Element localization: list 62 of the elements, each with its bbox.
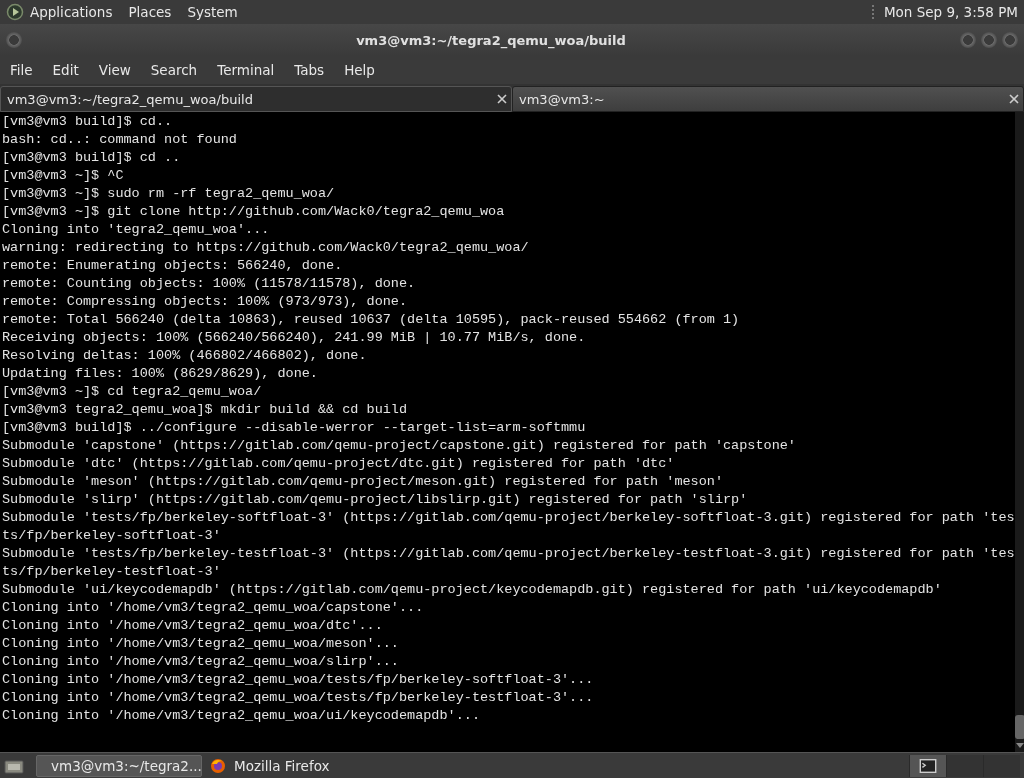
terminal-line: ts/fp/berkeley-testfloat-3' — [2, 563, 222, 581]
terminal-line: Cloning into '/home/vm3/tegra2_qemu_woa/dtc'... — [2, 617, 384, 635]
menu-item[interactable]: File — [2, 62, 41, 78]
terminal-line: [vm3@vm3 build]$ ../configure --disable-werror --target-list=arm-softmmu — [2, 419, 587, 437]
browser-icon[interactable] — [210, 757, 226, 774]
terminal-line: Submodule 'tests/fp/berkeley-softfloat-3' (https://gitlab.com/qemu-project/berkeley-softfloat-3.git) registered for path 'tes — [2, 509, 1015, 527]
menu-item[interactable]: Terminal — [209, 62, 283, 78]
terminal-line: Receiving objects: 100% (566240/566240), 241.99 MiB | 10.77 MiB/s, done. — [2, 329, 587, 347]
panel-menu[interactable]: System — [187, 4, 238, 20]
menu-item[interactable]: Tabs — [286, 62, 333, 78]
terminal-line: [vm3@vm3 ~]$ git clone http://github.com/Wack0/tegra2_qemu_woa — [2, 203, 506, 221]
workspace-switcher[interactable] — [909, 754, 946, 777]
tab-label[interactable]: vm3@vm3:~/tegra2_qemu_woa/build — [7, 91, 497, 107]
terminal-line: Cloning into 'tegra2_qemu_woa'... — [2, 221, 271, 239]
terminal-line: remote: Enumerating objects: 566240, done. — [2, 257, 344, 275]
terminal-line: Submodule 'tests/fp/berkeley-testfloat-3' (https://gitlab.com/qemu-project/berkeley-testfloat-3.git) registered for path 'tes — [2, 545, 1015, 563]
tab-label[interactable]: vm3@vm3:~ — [519, 91, 1009, 107]
panel-menu[interactable]: Places — [128, 4, 172, 20]
terminal-line: [vm3@vm3 build]$ cd.. — [2, 113, 174, 131]
terminal-line: [vm3@vm3 ~]$ sudo rm -rf tegra2_qemu_woa/ — [2, 185, 336, 203]
desktop-icon[interactable] — [4, 757, 24, 774]
tab[interactable]: vm3@vm3:~/tegra2_qemu_woa/build — [0, 86, 512, 112]
terminal-line: Cloning into '/home/vm3/tegra2_qemu_woa/meson'... — [2, 635, 400, 653]
workspace-switcher[interactable] — [946, 754, 983, 777]
close-icon[interactable] — [497, 94, 507, 104]
terminal-line: Submodule 'meson' (https://gitlab.com/qemu-project/meson.git) registered for path 'meson' — [2, 473, 725, 491]
menu-item[interactable]: Edit — [44, 62, 87, 78]
terminal-line: [vm3@vm3 build]$ cd .. — [2, 149, 182, 167]
window-title: vm3@vm3:~/tegra2_qemu_woa/build — [355, 32, 627, 48]
terminal-line: Cloning into '/home/vm3/tegra2_qemu_woa/ui/keycodemapdb'... — [2, 707, 481, 725]
terminal-line: warning: redirecting to https://github.com/Wack0/tegra2_qemu_woa/ — [2, 239, 530, 257]
taskbar-button[interactable]: Mozilla Firefox — [204, 754, 370, 777]
terminal-line: remote: Total 566240 (delta 10863), reused 10637 (delta 10595), pack-reused 554662 (from 1) — [2, 311, 741, 329]
terminal-line: Updating files: 100% (8629/8629), done. — [2, 365, 319, 383]
terminal-line: ts/fp/berkeley-softfloat-3' — [2, 527, 222, 545]
terminal-line: bash: cd..: command not found — [2, 131, 238, 149]
clock[interactable]: Mon Sep 9, 3:58 PM — [883, 4, 1018, 20]
terminal-line: Submodule 'dtc' (https://gitlab.com/qemu-project/dtc.git) registered for path 'dtc' — [2, 455, 676, 473]
play-icon[interactable] — [6, 3, 24, 21]
menu-item[interactable]: Search — [142, 62, 206, 78]
workspace-switcher[interactable] — [983, 754, 1020, 777]
terminal-line: [vm3@vm3 ~]$ cd tegra2_qemu_woa/ — [2, 383, 263, 401]
terminal-icon[interactable] — [919, 758, 937, 773]
terminal-line: Cloning into '/home/vm3/tegra2_qemu_woa/tests/fp/berkeley-softfloat-3'... — [2, 671, 595, 689]
terminal-line: remote: Compressing objects: 100% (973/973), done. — [2, 293, 409, 311]
terminal-line: Submodule 'slirp' (https://gitlab.com/qemu-project/libslirp.git) registered for path 'slirp' — [2, 491, 749, 509]
terminal-line: Submodule 'capstone' (https://gitlab.com/qemu-project/capstone.git) registered for path 'capstone' — [2, 437, 797, 455]
terminal-line: Resolving deltas: 100% (466802/466802), done. — [2, 347, 368, 365]
terminal-line: [vm3@vm3 tegra2_qemu_woa]$ mkdir build && cd build — [2, 401, 409, 419]
terminal-line: Cloning into '/home/vm3/tegra2_qemu_woa/slirp'... — [2, 653, 400, 671]
menu-item[interactable]: View — [90, 62, 139, 78]
terminal-line: Cloning into '/home/vm3/tegra2_qemu_woa/capstone'... — [2, 599, 425, 617]
terminal-line: remote: Counting objects: 100% (11578/11578), done. — [2, 275, 417, 293]
close-icon[interactable] — [1009, 94, 1019, 104]
scroll-thumb[interactable] — [1014, 715, 1024, 739]
tab[interactable]: vm3@vm3:~ — [512, 86, 1024, 112]
menu-item[interactable]: Help — [336, 62, 383, 78]
taskbar-button[interactable]: vm3@vm3:~/tegra2... — [36, 754, 202, 777]
terminal-line: Submodule 'ui/keycodemapdb' (https://gitlab.com/qemu-project/keycodemapdb.git) registered for path 'ui/keycodemapdb' — [2, 581, 943, 599]
panel-menu[interactable]: Applications — [30, 4, 113, 20]
terminal-line: [vm3@vm3 ~]$ ^C — [2, 167, 125, 185]
terminal-line: Cloning into '/home/vm3/tegra2_qemu_woa/tests/fp/berkeley-testfloat-3'... — [2, 689, 595, 707]
